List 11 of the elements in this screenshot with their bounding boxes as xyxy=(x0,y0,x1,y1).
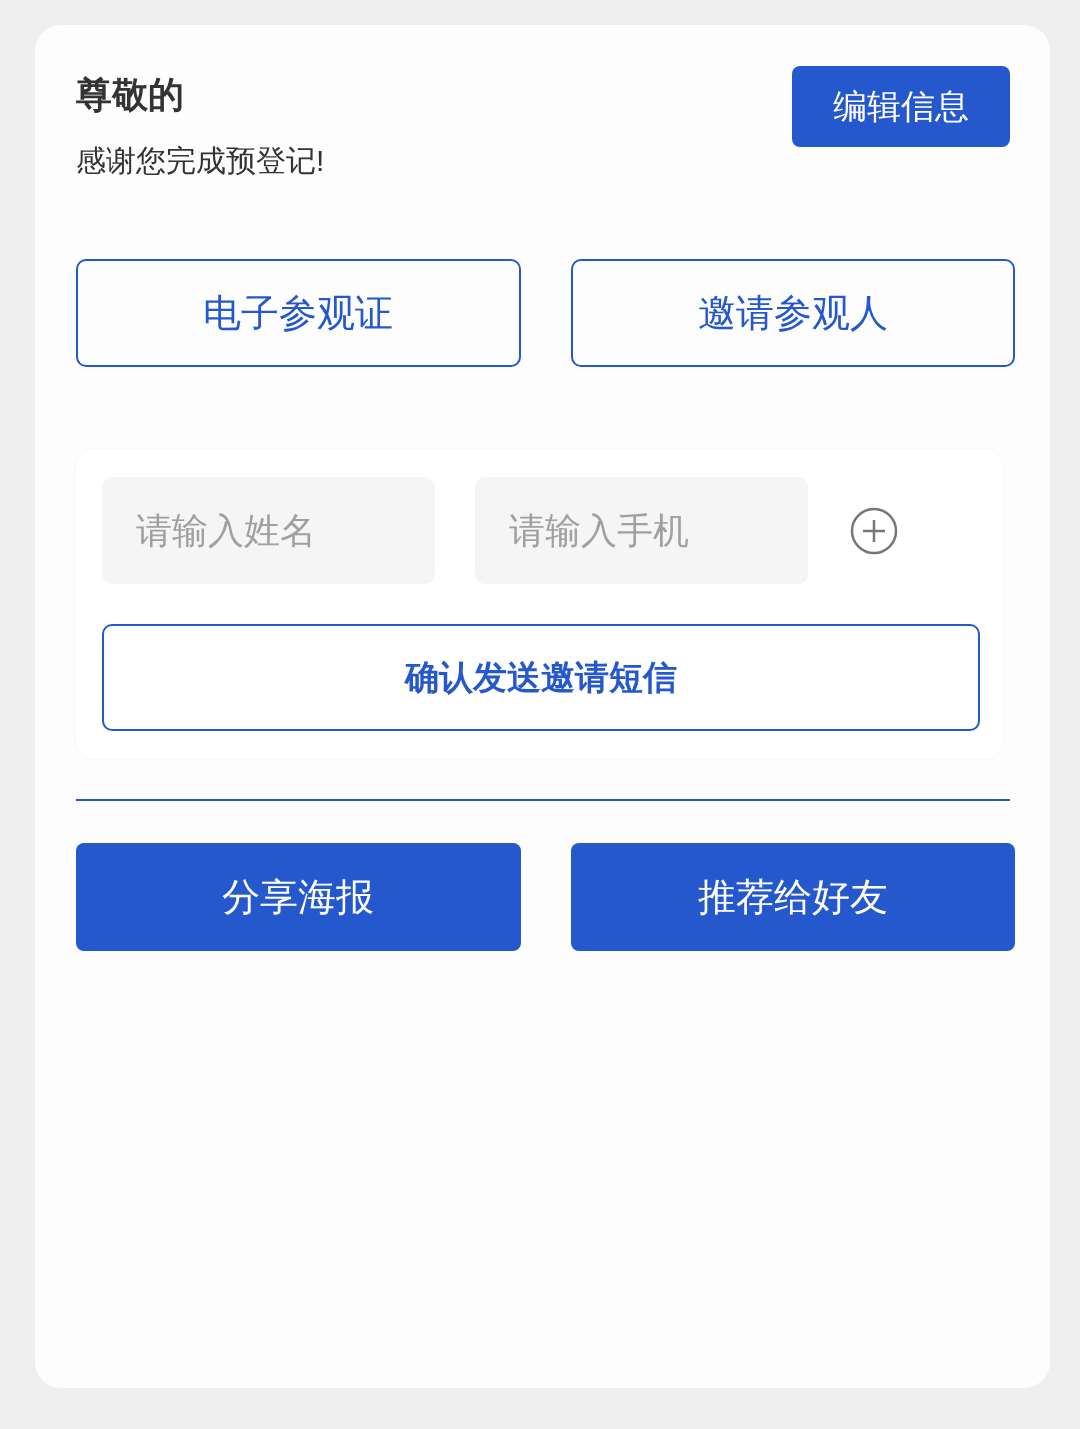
name-input-field[interactable]: 请输入姓名 xyxy=(102,477,435,584)
action-button[interactable]: 推荐给好友 xyxy=(570,843,1015,951)
action-button[interactable]: 分享海报 xyxy=(76,843,521,951)
edit-info-button[interactable]: 编辑信息 xyxy=(792,66,1010,147)
outline-button[interactable]: 电子参观证 xyxy=(76,259,521,367)
outline-button[interactable]: 邀请参观人 xyxy=(570,259,1015,367)
confirm-send-button[interactable]: 确认发送邀请短信 xyxy=(102,624,980,731)
greeting-title: 尊敬的 xyxy=(76,73,185,117)
thanks-text: 感谢您完成预登记! xyxy=(76,143,325,179)
phone-input-field[interactable]: 请输入手机 xyxy=(475,477,808,584)
add-circle-icon[interactable] xyxy=(850,506,898,555)
